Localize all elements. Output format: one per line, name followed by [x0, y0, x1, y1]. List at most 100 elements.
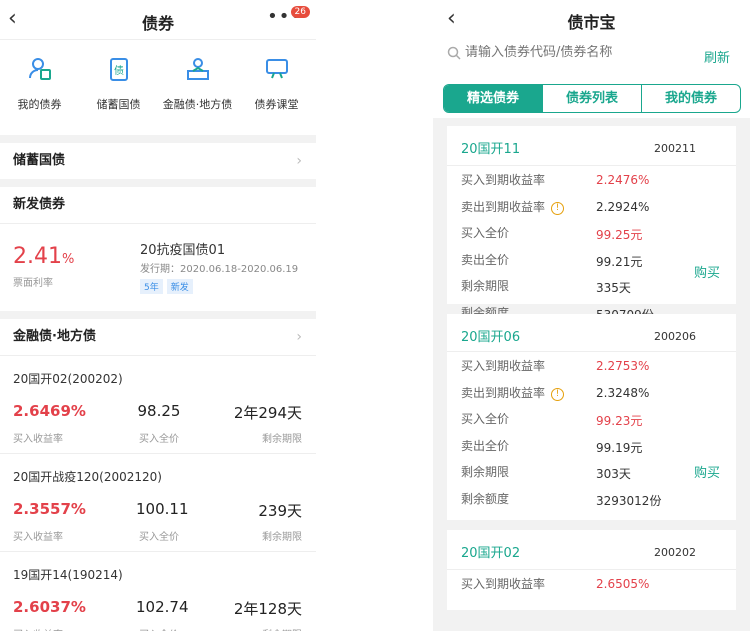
row-sell-yield: 卖出到期收益率! 2.2924% — [447, 193, 736, 220]
row-buy-yield: 买入到期收益率 2.2476% — [447, 166, 736, 193]
row-buy-yield: 买入到期收益率 2.2753% — [447, 352, 736, 379]
quick-link-savings[interactable]: 债 储蓄国债 — [80, 56, 158, 135]
remaining-term: 2年294天 — [233, 404, 302, 422]
quick-link-label: 债券课堂 — [254, 98, 299, 111]
new-bond-card[interactable]: 2.41% 票面利率 20抗疫国债01 发行期：2020.06.18-2020.… — [0, 223, 316, 311]
tab-featured[interactable]: 精选债券 — [444, 85, 542, 112]
buy-price: 100.11 — [136, 500, 189, 518]
info-icon[interactable]: ! — [551, 201, 565, 215]
row-amount: 剩余额度 3293012份 — [447, 485, 736, 512]
term-value: 335天 — [596, 281, 631, 295]
buy-price-value: 99.23元 — [596, 414, 643, 428]
refresh-button[interactable]: 刷新 — [704, 47, 730, 66]
bond-code: 200206 — [654, 330, 696, 343]
price-label: 买入全价 — [139, 434, 179, 445]
page-title: 债市宝 — [567, 13, 616, 32]
row-sell-yield: 卖出到期收益率! 2.3248% — [447, 379, 736, 406]
term-label: 剩余期限 — [262, 532, 302, 543]
bond-code: 200211 — [654, 142, 696, 155]
search-input[interactable] — [465, 45, 685, 60]
quick-link-label: 金融债·地方债 — [162, 98, 233, 111]
row-label: 剩余期限 — [461, 279, 510, 293]
chevron-right-icon: › — [296, 153, 302, 169]
finance-bond-icon — [186, 58, 209, 80]
bond-home-screen: ‹ 债券 ••• 26 我的债券 债 储蓄国债 金融债·地方债 债券课堂 储蓄国… — [0, 0, 316, 631]
bond-name: 20国开战疫120(2002120) — [13, 470, 162, 484]
buy-yield-value: 2.2476% — [596, 173, 650, 187]
svg-text:债: 债 — [114, 64, 124, 77]
row-buy-yield: 买入到期收益率 2.6505% — [447, 570, 736, 597]
user-bond-icon — [28, 58, 51, 80]
row-label: 买入全价 — [461, 226, 510, 240]
bond-market-screen: ‹ 债市宝 刷新 精选债券 债券列表 我的债券 20国开11 200211 买入… — [433, 0, 750, 631]
remaining-term: 2年128天 — [233, 600, 302, 618]
coupon-rate: 2.41% — [13, 244, 75, 269]
tab-my-bonds[interactable]: 我的债券 — [641, 85, 740, 112]
savings-bond-icon: 债 — [109, 58, 128, 81]
quick-link-label: 储蓄国债 — [96, 98, 141, 111]
buy-yield-value: 2.6505% — [596, 577, 650, 591]
buy-yield: 2.6469% — [13, 402, 86, 420]
bond-name: 20国开11 — [461, 142, 521, 157]
left-header: ‹ 债券 ••• 26 — [0, 0, 316, 40]
coupon-rate-label: 票面利率 — [13, 278, 53, 289]
row-label: 卖出到期收益率! — [461, 198, 565, 215]
savings-bond-section[interactable]: 储蓄国债 › — [0, 143, 316, 179]
bond-name: 19国开14(190214) — [13, 568, 123, 582]
section-title: 新发债券 — [13, 197, 66, 212]
info-icon[interactable]: ! — [551, 387, 565, 401]
search-bar: 刷新 — [433, 40, 750, 72]
tab-bond-list[interactable]: 债券列表 — [542, 85, 641, 112]
price-label: 买入全价 — [139, 532, 179, 543]
bond-row[interactable]: 20国开02(200202) 2.6469% 98.25 2年294天 买入收益… — [0, 355, 316, 453]
bond-name: 20国开06 — [461, 330, 521, 345]
bond-name: 20国开02 — [461, 546, 521, 561]
search-icon — [447, 46, 461, 60]
buy-button[interactable]: 购买 — [694, 462, 720, 481]
quick-link-finance-bonds[interactable]: 金融债·地方债 — [159, 56, 237, 135]
row-label: 买入到期收益率 — [461, 173, 546, 187]
buy-price: 102.74 — [136, 598, 189, 616]
yield-label: 买入收益率 — [13, 532, 63, 543]
quick-links: 我的债券 债 储蓄国债 金融债·地方债 债券课堂 — [0, 40, 316, 135]
issue-period: 发行期：2020.06.18-2020.06.19 — [140, 264, 299, 275]
new-bonds-section: 新发债券 2.41% 票面利率 20抗疫国债01 发行期：2020.06.18-… — [0, 187, 316, 311]
buy-yield: 2.6037% — [13, 598, 86, 616]
section-title: 储蓄国债 — [13, 153, 66, 168]
bond-name: 20抗疫国债01 — [140, 243, 226, 258]
row-label: 买入到期收益率 — [461, 359, 546, 373]
bond-row[interactable]: 19国开14(190214) 2.6037% 102.74 2年128天 买入收… — [0, 551, 316, 631]
sell-price-value: 99.19元 — [596, 440, 643, 455]
sell-yield-value: 2.3248% — [596, 385, 650, 400]
row-buy-price: 买入全价 99.23元 — [447, 405, 736, 432]
featured-bond-list: 20国开11 200211 买入到期收益率 2.2476% 卖出到期收益率! 2.2… — [433, 118, 750, 631]
bond-card: 20国开02 200202 买入到期收益率 2.6505% — [447, 530, 736, 610]
term-label: 剩余期限 — [262, 434, 302, 445]
row-label: 卖出全价 — [461, 252, 510, 267]
classroom-icon — [265, 59, 288, 79]
row-sell-price: 卖出全价 99.19元 — [447, 432, 736, 459]
buy-price-value: 99.25元 — [596, 228, 643, 242]
tab-bar: 精选债券 债券列表 我的债券 — [443, 84, 741, 113]
term-value: 303天 — [596, 467, 631, 481]
section-title: 金融债·地方债 — [13, 329, 96, 344]
row-label: 剩余额度 — [461, 491, 510, 506]
quick-link-classroom[interactable]: 债券课堂 — [238, 56, 316, 135]
finance-section-header[interactable]: 金融债·地方债 › — [0, 319, 316, 355]
yield-label: 买入收益率 — [13, 434, 63, 445]
buy-button[interactable]: 购买 — [694, 262, 720, 281]
row-buy-price: 买入全价 99.25元 — [447, 219, 736, 246]
yield-label: 买入收益率 — [13, 626, 63, 631]
chevron-right-icon: › — [296, 329, 302, 345]
bond-row[interactable]: 20国开战疫120(2002120) 2.3557% 100.11 239天 买… — [0, 453, 316, 551]
notification-badge: 26 — [290, 6, 310, 18]
price-label: 买入全价 — [136, 626, 182, 631]
buy-yield: 2.3557% — [13, 500, 86, 518]
row-label: 剩余期限 — [461, 465, 510, 479]
quick-link-my-bonds[interactable]: 我的债券 — [1, 56, 79, 135]
sell-price-value: 99.21元 — [596, 254, 643, 269]
row-label: 买入全价 — [461, 412, 510, 426]
buy-yield-value: 2.2753% — [596, 359, 650, 373]
row-term: 剩余期限 335天 — [447, 272, 736, 299]
row-label: 卖出全价 — [461, 438, 510, 453]
